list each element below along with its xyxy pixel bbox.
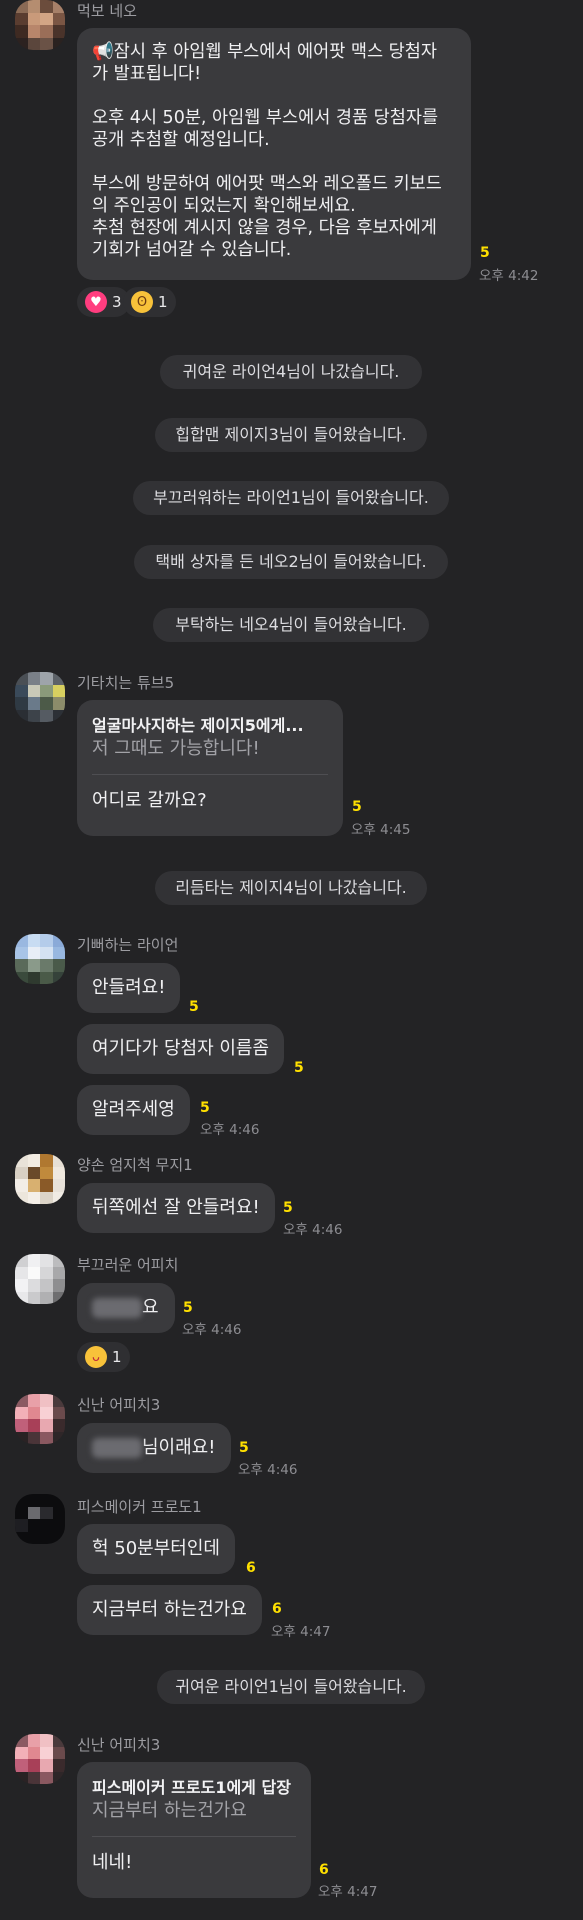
message-bubble[interactable]: 님이래요! [77,1423,231,1473]
surprised-face-icon: ʘ [131,291,153,313]
reply-quote: 저 그때도 가능합니다! [92,738,260,759]
system-message: 힙합맨 제이지3님이 들어왔습니다. [155,418,427,452]
avatar[interactable] [15,1254,65,1304]
reaction-surprised[interactable]: ʘ 1 [123,287,176,317]
message-line: 오후 4시 50분, 아임웹 부스에서 경품 당첨자를 [92,108,439,128]
message-bubble[interactable]: 요 [77,1283,175,1333]
message-line: 공개 추첨할 예정입니다. [92,130,270,150]
heart-icon: ♥ [85,291,107,313]
reply-bubble[interactable]: 얼굴마사지하는 제이지5에게... 저 그때도 가능합니다! 어디로 갈까요? [77,700,343,836]
tongue-face-icon: ᴗ [85,1346,107,1368]
message-bubble[interactable]: 여기다가 당첨자 이름좀 [77,1024,285,1074]
reply-target: 피스메이커 프로도1에게 답장 [92,1778,291,1797]
message-bubble[interactable]: 📢잠시 후 아임웹 부스에서 에어팟 맥스 당첨자 가 발표됩니다! 오후 4시… [77,28,471,280]
unread-count: 5 [294,1060,304,1076]
timestamp: 오후 4:47 [318,1884,378,1900]
message-line: 의 주인공이 되었는지 확인해보세요. [92,196,356,216]
timestamp: 오후 4:42 [479,268,539,284]
unread-count: 6 [272,1601,282,1617]
reaction-heart[interactable]: ♥ 3 [77,287,130,317]
avatar[interactable] [15,934,65,984]
timestamp: 오후 4:46 [182,1322,242,1338]
message-text: 요 [142,1297,159,1318]
reaction-count: 3 [112,293,122,311]
reply-quote: 지금부터 하는건가요 [92,1800,247,1821]
reaction-tongue[interactable]: ᴗ 1 [77,1342,130,1372]
avatar[interactable] [15,1394,65,1444]
sender-name: 피스메이커 프로도1 [77,1498,202,1516]
redacted-text [92,1438,142,1458]
sender-name: 양손 엄지척 무지1 [77,1156,193,1174]
message-bubble[interactable]: 지금부터 하는건가요 [77,1585,262,1635]
reply-bubble[interactable]: 피스메이커 프로도1에게 답장 지금부터 하는건가요 네네! [77,1762,311,1898]
avatar[interactable] [15,1154,65,1204]
message-bubble[interactable]: 뒤쪽에선 잘 안들려요! [77,1183,275,1233]
unread-count: 6 [319,1862,329,1878]
system-message: 택배 상자를 든 네오2님이 들어왔습니다. [134,545,448,579]
avatar[interactable] [15,672,65,722]
unread-count: 5 [189,999,199,1015]
unread-count: 5 [480,245,490,261]
unread-count: 6 [246,1560,256,1576]
sender-name: 신난 어피치3 [77,1736,161,1754]
sender-name: 먹보 네오 [77,2,137,20]
system-message: 귀여운 라이언1님이 들어왔습니다. [157,1670,425,1704]
message-text: 네네! [92,1852,133,1873]
avatar[interactable] [15,1494,65,1544]
reaction-count: 1 [112,1348,122,1366]
message-bubble[interactable]: 헉 50분부터인데 [77,1524,235,1574]
system-message: 부탁하는 네오4님이 들어왔습니다. [153,608,429,642]
sender-name: 신난 어피치3 [77,1396,161,1414]
system-message: 리듬타는 제이지4님이 나갔습니다. [155,871,427,905]
timestamp: 오후 4:45 [351,822,411,838]
timestamp: 오후 4:46 [200,1122,260,1138]
system-message: 귀여운 라이언4님이 나갔습니다. [160,355,422,389]
message-line: 📢잠시 후 아임웹 부스에서 에어팟 맥스 당첨자 [92,42,437,62]
message-text: 님이래요! [142,1437,216,1458]
unread-count: 5 [239,1440,249,1456]
unread-count: 5 [183,1300,193,1316]
message-line: 추첨 현장에 계시지 않을 경우, 다음 후보자에게 [92,218,437,238]
unread-count: 5 [283,1200,293,1216]
timestamp: 오후 4:47 [271,1624,331,1640]
reaction-count: 1 [158,293,168,311]
message-text: 어디로 갈까요? [92,790,207,811]
sender-name: 기타치는 튜브5 [77,674,175,692]
reply-divider [92,1836,296,1837]
message-line: 기회가 넘어갈 수 있습니다. [92,240,292,260]
reply-target: 얼굴마사지하는 제이지5에게... [92,716,304,735]
reply-divider [92,774,328,775]
message-line: 가 발표됩니다! [92,64,202,84]
timestamp: 오후 4:46 [238,1462,298,1478]
timestamp: 오후 4:46 [283,1222,343,1238]
system-message: 부끄러워하는 라이언1님이 들어왔습니다. [133,481,449,515]
unread-count: 5 [200,1100,210,1116]
sender-name: 기뻐하는 라이언 [77,936,179,954]
message-bubble[interactable]: 안들려요! [77,963,181,1013]
redacted-text [92,1298,142,1318]
avatar[interactable] [15,1734,65,1784]
unread-count: 5 [352,799,362,815]
avatar[interactable] [15,0,65,50]
message-line: 부스에 방문하여 에어팟 맥스와 레오폴드 키보드 [92,174,442,194]
message-bubble[interactable]: 알려주세영 [77,1085,190,1135]
sender-name: 부끄러운 어피치 [77,1256,179,1274]
